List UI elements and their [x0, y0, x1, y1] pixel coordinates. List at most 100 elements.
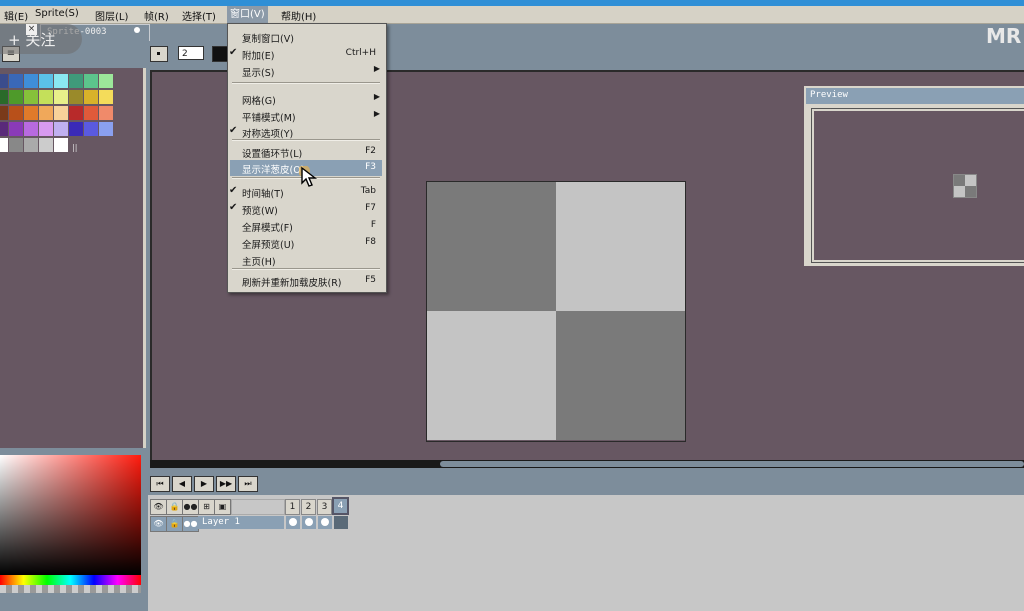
palette-swatch[interactable]: [39, 74, 53, 88]
palette-swatch[interactable]: [54, 138, 68, 152]
playback-bar: [150, 470, 1024, 494]
palette-swatch[interactable]: [69, 106, 83, 120]
palette-swatch[interactable]: [24, 106, 38, 120]
palette-swatch[interactable]: [9, 122, 23, 136]
layer-lock-icon[interactable]: 🔒: [166, 516, 183, 532]
mouse-cursor-icon: [299, 166, 318, 187]
previous-frame-button[interactable]: ◀: [172, 476, 192, 492]
window-menu-item[interactable]: 全屏预览(U) F8: [242, 235, 382, 251]
next-frame-button[interactable]: ▶▶: [216, 476, 236, 492]
frame-2-header[interactable]: 2: [301, 499, 316, 515]
window-menu-item[interactable]: 刷新并重新加载皮肤(R) F5: [242, 273, 382, 289]
menu-edit[interactable]: 辑(E): [4, 8, 28, 23]
alpha-slider[interactable]: [0, 585, 141, 593]
menu-help[interactable]: 帮助(H): [281, 8, 316, 23]
palette-swatch[interactable]: [39, 138, 53, 152]
palette-swatch[interactable]: [99, 74, 113, 88]
palette-swatch[interactable]: [0, 106, 8, 120]
palette-swatch[interactable]: [9, 138, 23, 152]
palette-swatch[interactable]: [69, 74, 83, 88]
menu-item-label: 设置循环节(L): [242, 149, 303, 160]
menu-sprite[interactable]: Sprite(S): [35, 8, 79, 19]
toolbar: ≡ 2: [0, 43, 1024, 67]
palette-resize-handle[interactable]: ||: [72, 143, 77, 152]
window-menu-item[interactable]: 网格(G) ▶: [242, 91, 382, 107]
menu-item-label: 全屏模式(F): [242, 223, 293, 234]
palette-swatch[interactable]: [54, 90, 68, 104]
palette-swatch[interactable]: [9, 90, 23, 104]
scrollbar-thumb[interactable]: [440, 461, 1024, 467]
menu-item-label: 网格(G): [242, 96, 276, 107]
brush-type-button[interactable]: [150, 46, 168, 62]
play-button[interactable]: ▶: [194, 476, 214, 492]
palette-swatch[interactable]: [0, 74, 8, 88]
window-menu-item[interactable]: 全屏模式(F) F: [242, 218, 382, 234]
palette-swatch[interactable]: [54, 122, 68, 136]
frame-4-header[interactable]: 4: [332, 497, 349, 515]
palette-swatch[interactable]: [84, 74, 98, 88]
window-menu-item[interactable]: ✔ 对称选项(Y): [229, 124, 382, 140]
palette-swatch[interactable]: [84, 106, 98, 120]
palette-swatch[interactable]: [39, 122, 53, 136]
menu-layer[interactable]: 图层(L): [95, 8, 128, 23]
last-frame-button[interactable]: ⏭: [238, 476, 258, 492]
palette-swatch[interactable]: [99, 122, 113, 136]
window-menu-item[interactable]: 复制窗口(V): [242, 29, 382, 45]
palette-swatch[interactable]: [69, 90, 83, 104]
close-icon[interactable]: ×: [26, 24, 37, 35]
menu-item-label: 复制窗口(V): [242, 34, 294, 45]
window-menu-item[interactable]: 显示(S) ▶: [242, 63, 382, 79]
preview-viewport[interactable]: [811, 108, 1024, 263]
window-menu-item[interactable]: 主页(H): [242, 252, 382, 268]
palette-swatch[interactable]: [24, 138, 38, 152]
cel-dot-icon: [321, 518, 329, 526]
palette-swatch[interactable]: [99, 106, 113, 120]
palette-swatch[interactable]: [9, 106, 23, 120]
palette-swatch[interactable]: [0, 138, 8, 152]
cel-frame-3[interactable]: [318, 516, 332, 529]
layer-continuous-icon[interactable]: ●●: [182, 516, 199, 532]
sprite-canvas[interactable]: [426, 181, 686, 442]
cel-frame-4[interactable]: [334, 516, 348, 529]
layer-options-icon[interactable]: ▣: [214, 499, 231, 515]
palette-swatch[interactable]: [84, 90, 98, 104]
menu-window[interactable]: 窗口(V): [227, 6, 268, 23]
hue-slider[interactable]: [0, 575, 141, 585]
window-menu-item[interactable]: 平铺模式(M) ▶: [242, 108, 382, 124]
lock-icon[interactable]: 🔒: [166, 499, 183, 515]
palette-swatch[interactable]: [39, 106, 53, 120]
palette-swatch[interactable]: [39, 90, 53, 104]
palette-swatch[interactable]: [0, 90, 8, 104]
palette-swatch[interactable]: [99, 90, 113, 104]
palette-swatch[interactable]: [54, 106, 68, 120]
palette-swatch[interactable]: [9, 74, 23, 88]
palette-swatch[interactable]: [24, 90, 38, 104]
window-menu-dropdown: 复制窗口(V) ✔ 附加(E) Ctrl+H 显示(S) ▶ 网格(G) ▶ 平铺模式(M) ▶ ✔…: [227, 23, 387, 293]
palette-swatch[interactable]: [84, 122, 98, 136]
window-menu-item[interactable]: ✔ 预览(W) F7: [229, 201, 382, 217]
brush-size-field[interactable]: 2: [178, 46, 204, 60]
palette-swatch[interactable]: [0, 122, 8, 136]
menu-select[interactable]: 选择(T): [182, 8, 216, 23]
window-menu-item[interactable]: ✔ 附加(E) Ctrl+H: [229, 46, 382, 62]
color-picker-spectrum[interactable]: [0, 455, 141, 575]
palette-swatch[interactable]: [54, 74, 68, 88]
onion-skin-icon[interactable]: ●●: [182, 499, 199, 515]
frame-3-header[interactable]: 3: [317, 499, 332, 515]
cel-frame-2[interactable]: [302, 516, 316, 529]
layer-eye-icon[interactable]: 👁: [150, 516, 167, 532]
palette-swatch[interactable]: [24, 122, 38, 136]
follow-button[interactable]: + 关注: [0, 24, 82, 54]
preview-title-bar[interactable]: Preview: [806, 88, 1024, 104]
cel-frame-1[interactable]: [286, 516, 300, 529]
sprite-tile-top-right: [556, 182, 685, 311]
palette-swatch[interactable]: [24, 74, 38, 88]
frame-1-header[interactable]: 1: [285, 499, 300, 515]
menu-frame[interactable]: 帧(R): [144, 8, 169, 23]
first-frame-button[interactable]: ⏮: [150, 476, 170, 492]
eye-icon[interactable]: 👁: [150, 499, 167, 515]
layer-row[interactable]: Layer 1: [198, 516, 284, 529]
palette-swatch[interactable]: [69, 122, 83, 136]
window-menu-item[interactable]: 设置循环节(L) F2: [242, 144, 382, 160]
link-cels-icon[interactable]: ⊞: [198, 499, 215, 515]
